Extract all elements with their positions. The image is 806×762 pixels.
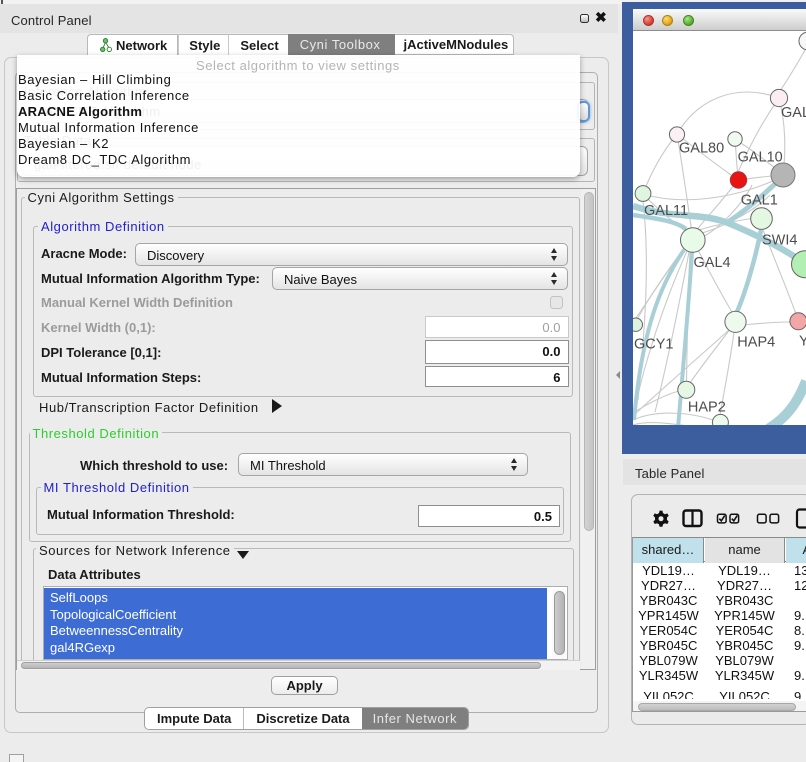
svg-text:GAL11: GAL11 (644, 203, 688, 219)
svg-text:GCY1: GCY1 (634, 337, 674, 353)
svg-text:HAP2: HAP2 (688, 400, 726, 416)
svg-text:SWI4: SWI4 (762, 233, 797, 249)
svg-text:GAL80: GAL80 (679, 141, 724, 157)
svg-text:GAL10: GAL10 (738, 149, 783, 165)
svg-text:GAL1: GAL1 (741, 192, 778, 208)
svg-text:GAL7: GAL7 (781, 105, 806, 121)
svg-text:GAL4: GAL4 (694, 255, 731, 271)
svg-text:Y: Y (799, 333, 806, 349)
svg-text:HAP4: HAP4 (737, 335, 775, 351)
